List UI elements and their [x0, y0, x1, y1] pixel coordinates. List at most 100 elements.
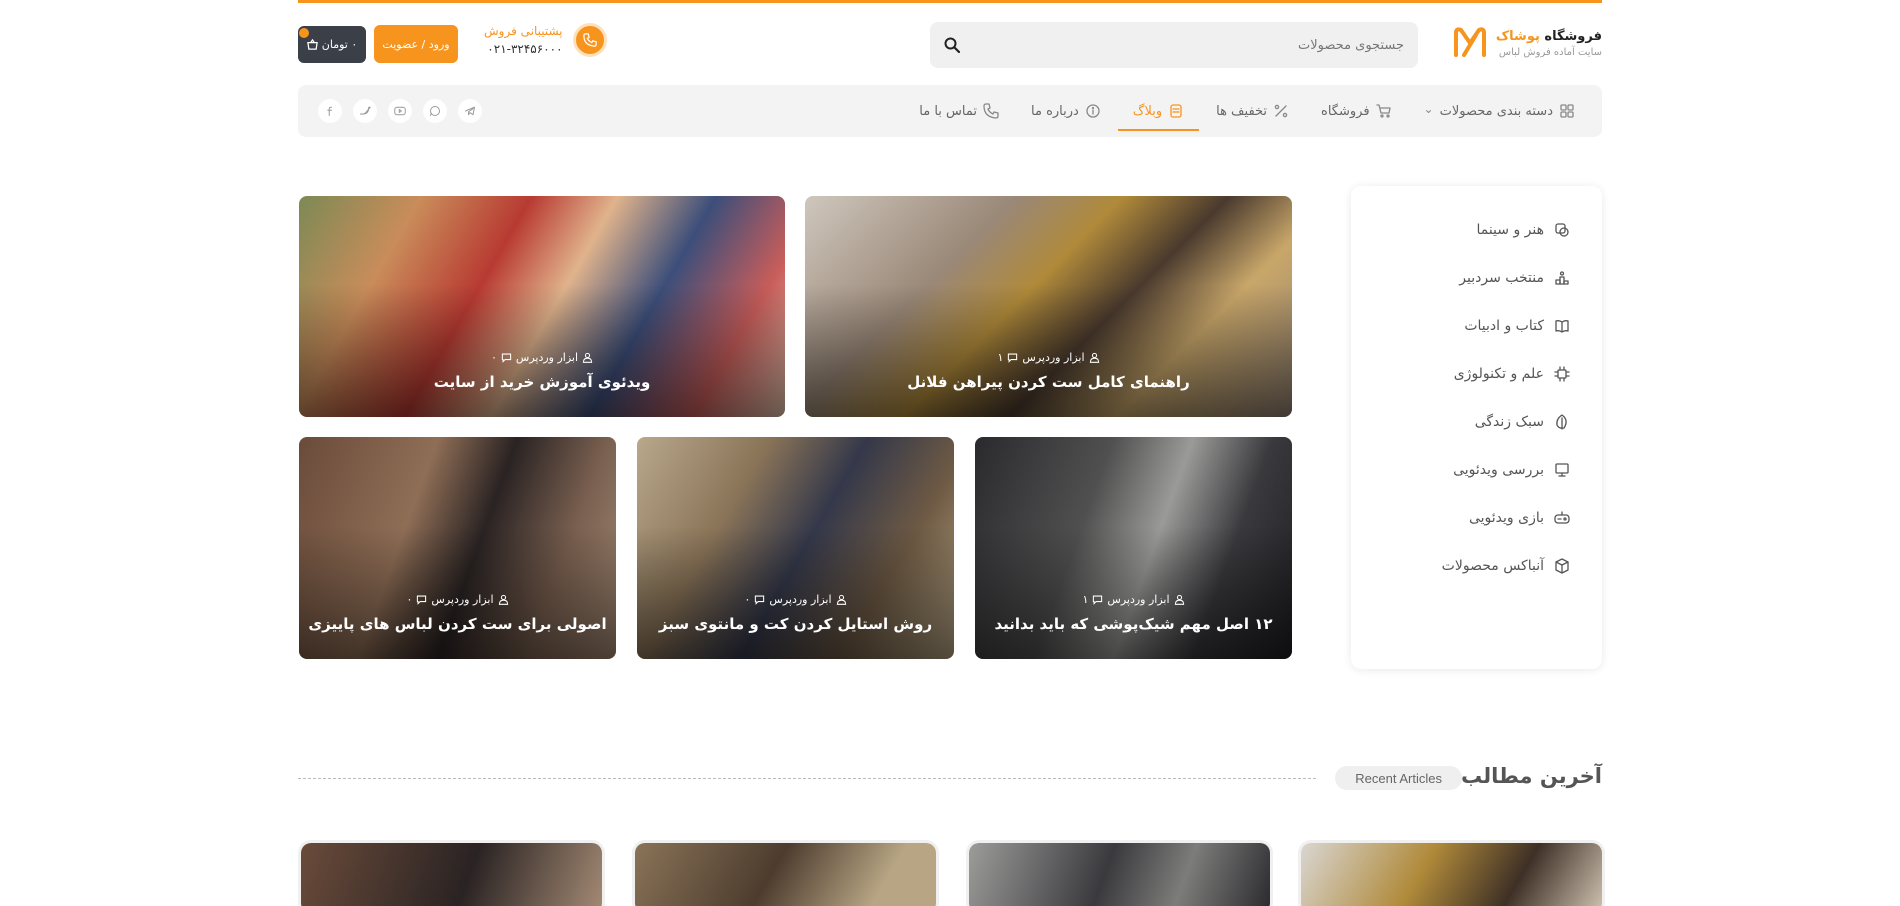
category-label: آنباکس محصولات: [1441, 558, 1544, 574]
post-meta: ابزار وردپرس ۱: [805, 351, 1292, 364]
facebook-icon: [327, 106, 332, 116]
post-author: ابزار وردپرس: [769, 593, 832, 606]
post-title[interactable]: اصولی برای ست کردن لباس های پاییزی: [299, 615, 616, 633]
recent-article-thumbnail: [301, 843, 602, 906]
post-meta: ابزار وردپرس ۰: [637, 593, 954, 606]
post-author: ابزار وردپرس: [1022, 351, 1085, 364]
category-label: هنر و سینما: [1476, 222, 1544, 238]
chip-icon: [1554, 366, 1570, 382]
post-meta: ابزار وردپرس ۰: [299, 593, 616, 606]
recent-articles-title: آخرین مطالب: [1461, 764, 1602, 788]
recent-article-thumbnail: [969, 843, 1270, 906]
category-label: بررسی ویدئویی: [1453, 462, 1544, 478]
recent-articles-header: آخرین مطالب Recent Articles: [298, 762, 1602, 796]
search-input[interactable]: [1004, 37, 1404, 53]
category-item[interactable]: سبک زندگی: [1351, 398, 1602, 446]
comment-icon: [755, 595, 765, 605]
recent-article-card[interactable]: [301, 843, 602, 906]
category-label: کتاب و ادبیات: [1464, 318, 1544, 334]
featured-post-card[interactable]: ابزار وردپرس ۰ روش استایل کردن کت و مانتوی…: [637, 437, 954, 659]
comment-icon: [417, 595, 427, 605]
nav-item-3[interactable]: وبلاگ: [1117, 85, 1200, 137]
nav-item-label: فروشگاه: [1321, 103, 1370, 119]
user-icon: [1089, 352, 1099, 363]
login-register-button[interactable]: ورود / عضویت: [374, 25, 458, 63]
featured-post-card[interactable]: ابزار وردپرس ۰ اصولی برای ست کردن لباس های…: [299, 437, 616, 659]
category-item[interactable]: کتاب و ادبیات: [1351, 302, 1602, 350]
info-icon: [1086, 104, 1100, 118]
category-item[interactable]: آنباکس محصولات: [1351, 542, 1602, 590]
recent-articles-badge: Recent Articles: [1335, 766, 1462, 790]
featured-post-card[interactable]: ابزار وردپرس ۱ راهنمای کامل ست کردن پیراهن…: [805, 196, 1292, 417]
nav-menu: دسته بندی محصولات ⌄ فروشگاه تخفیف ها وبلاگ در…: [904, 85, 1590, 137]
gamepad-icon: [1554, 511, 1570, 524]
logo-title-accent: پوشاک: [1495, 28, 1540, 44]
post-title[interactable]: ۱۲ اصل مهم شیک‌پوشی که باید بدانید: [975, 615, 1292, 633]
post-comment-count: ۰: [744, 593, 751, 606]
user-icon: [498, 594, 508, 605]
category-item[interactable]: بازی ویدئویی: [1351, 494, 1602, 542]
phone-icon: [983, 103, 999, 119]
recent-article-card[interactable]: [969, 843, 1270, 906]
logo-title-main: فروشگاه: [1544, 28, 1602, 44]
main-navbar: دسته بندی محصولات ⌄ فروشگاه تخفیف ها وبلاگ در…: [298, 85, 1602, 137]
social-link-telegram[interactable]: [458, 99, 482, 123]
featured-post-card[interactable]: ابزار وردپرس ۰ ویدئوی آموزش خرید از سایت: [299, 196, 785, 417]
category-item[interactable]: بررسی ویدئویی: [1351, 446, 1602, 494]
leaf-icon: [1556, 414, 1567, 430]
book-icon: [1555, 320, 1569, 333]
nav-item-4[interactable]: درباره ما: [1016, 85, 1116, 137]
logo-mark-icon: [1453, 27, 1486, 57]
percent-icon: [1274, 104, 1288, 118]
basket-icon: [306, 39, 318, 50]
social-link-twitter[interactable]: [353, 99, 377, 123]
nav-item-label: تماس با ما: [919, 103, 978, 119]
post-comment-count: ۱: [997, 351, 1004, 364]
featured-post-card[interactable]: ابزار وردپرس ۱ ۱۲ اصل مهم شیک‌پوشی که باید…: [975, 437, 1292, 659]
nav-item-2[interactable]: تخفیف ها: [1201, 85, 1304, 137]
support-text: پشتیبانی فروش ۰۲۱-۳۲۴۵۶۰۰۰: [484, 24, 563, 56]
comment-icon: [1008, 353, 1018, 363]
post-title[interactable]: روش استایل کردن کت و مانتوی سبز: [637, 615, 954, 633]
nav-item-label: تخفیف ها: [1216, 103, 1268, 119]
sales-support[interactable]: پشتیبانی فروش ۰۲۱-۳۲۴۵۶۰۰۰: [484, 23, 607, 57]
post-author: ابزار وردپرس: [515, 351, 579, 364]
post-title[interactable]: ویدئوی آموزش خرید از سایت: [299, 373, 785, 391]
category-item[interactable]: علم و تکنولوژی: [1351, 350, 1602, 398]
chevron-down-icon: ⌄: [1423, 101, 1434, 116]
category-item[interactable]: هنر و سینما: [1351, 206, 1602, 254]
telegram-icon: [465, 106, 475, 116]
grid-icon: [1560, 104, 1574, 118]
whatsapp-icon: [430, 106, 440, 116]
box-icon: [1555, 558, 1569, 574]
cart-badge: [299, 28, 309, 38]
user-icon: [1174, 594, 1184, 605]
recent-article-thumbnail: [1301, 843, 1602, 906]
nav-item-0[interactable]: دسته بندی محصولات ⌄: [1409, 85, 1590, 137]
search-icon[interactable]: [944, 37, 960, 53]
twitter-icon: [360, 106, 371, 115]
cart-total: ۰ تومان: [321, 38, 358, 51]
nav-item-5[interactable]: تماس با ما: [904, 85, 1014, 137]
site-logo[interactable]: فروشگاه پوشاک سایت آماده فروش لباس: [1450, 23, 1602, 63]
recent-article-card[interactable]: [635, 843, 936, 906]
recent-article-card[interactable]: [1301, 843, 1602, 906]
phone-call-icon: [572, 23, 607, 57]
blog-icon: [1170, 104, 1182, 118]
support-phone: ۰۲۱-۳۲۴۵۶۰۰۰: [487, 42, 563, 56]
post-title[interactable]: راهنمای کامل ست کردن پیراهن فلانل: [805, 373, 1292, 391]
recent-article-thumbnail: [635, 843, 936, 906]
site-header: فروشگاه پوشاک سایت آماده فروش لباس پشتیب…: [298, 3, 1602, 80]
social-link-facebook[interactable]: [318, 99, 342, 123]
category-label: علم و تکنولوژی: [1453, 366, 1544, 382]
cart-button[interactable]: ۰ تومان: [298, 26, 366, 63]
podium-icon: [1555, 271, 1569, 285]
social-link-youtube[interactable]: [388, 99, 412, 123]
category-label: بازی ویدئویی: [1468, 510, 1544, 526]
art-icon: [1555, 223, 1569, 237]
category-item[interactable]: منتخب سردبیر: [1351, 254, 1602, 302]
nav-item-1[interactable]: فروشگاه: [1306, 85, 1407, 137]
category-label: سبک زندگی: [1474, 414, 1544, 430]
social-link-whatsapp[interactable]: [423, 99, 447, 123]
user-icon: [582, 352, 593, 363]
